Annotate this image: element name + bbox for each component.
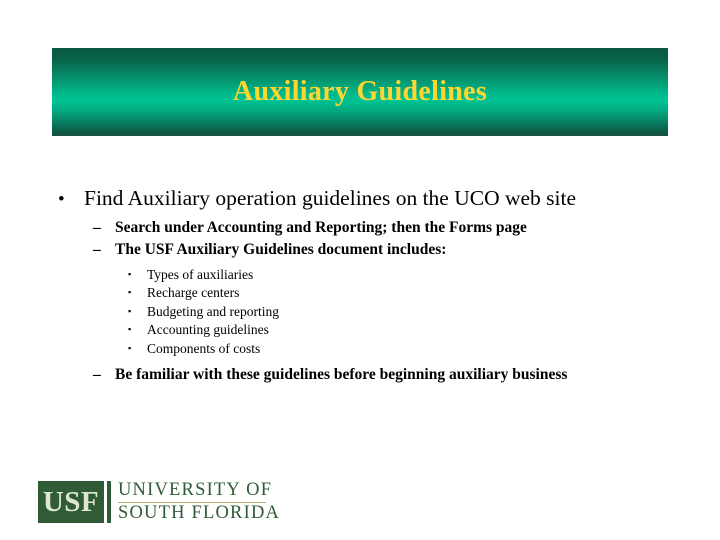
- bullet-level2-text: Be familiar with these guidelines before…: [115, 366, 568, 384]
- bullet-level2-text: The USF Auxiliary Guidelines document in…: [115, 240, 447, 258]
- bullet-level1: • Find Auxiliary operation guidelines on…: [0, 186, 720, 210]
- usf-wordmark: UNIVERSITY OF SOUTH FLORIDA: [118, 481, 280, 523]
- logo-divider: [107, 481, 111, 523]
- bullet-level3-budgeting: ▪ Budgeting and reporting: [0, 304, 720, 320]
- square-bullet-icon: ▪: [128, 287, 132, 298]
- bullet-level3-text: Types of auxiliaries: [147, 266, 254, 282]
- bullet-level3-text: Budgeting and reporting: [147, 303, 279, 319]
- title-banner: Auxiliary Guidelines: [52, 48, 668, 136]
- usf-wordmark-line2: SOUTH FLORIDA: [118, 503, 281, 524]
- bullet-level3-recharge: ▪ Recharge centers: [0, 285, 720, 301]
- dash-icon: –: [93, 240, 101, 258]
- usf-wordmark-line1: UNIVERSITY OF: [118, 480, 273, 500]
- bullet-level1-text: Find Auxiliary operation guidelines on t…: [84, 186, 577, 210]
- slide-canvas: Auxiliary Guidelines • Find Auxiliary op…: [0, 0, 720, 540]
- bullet-dot-icon: •: [58, 189, 65, 210]
- usf-acronym-text: USF: [42, 485, 100, 518]
- bullet-level3-components: ▪ Components of costs: [0, 341, 720, 357]
- square-bullet-icon: ▪: [128, 268, 132, 279]
- page-title: Auxiliary Guidelines: [232, 76, 488, 107]
- dash-icon: –: [93, 219, 101, 237]
- usf-acronym-box: USF: [38, 481, 104, 523]
- bullet-level3-text: Components of costs: [147, 340, 261, 356]
- bullet-level2-search: – Search under Accounting and Reporting;…: [0, 219, 720, 237]
- bullet-level2-document: – The USF Auxiliary Guidelines document …: [0, 241, 720, 259]
- square-bullet-icon: ▪: [128, 342, 132, 353]
- bullet-level3-types: ▪ Types of auxiliaries: [0, 267, 720, 283]
- bullet-level3-text: Accounting guidelines: [147, 322, 269, 338]
- square-bullet-icon: ▪: [128, 324, 132, 335]
- dash-icon: –: [93, 366, 101, 384]
- bullet-level3-text: Recharge centers: [147, 285, 240, 301]
- slide-body: • Find Auxiliary operation guidelines on…: [0, 186, 720, 388]
- bullet-level3-accounting: ▪ Accounting guidelines: [0, 322, 720, 338]
- square-bullet-icon: ▪: [128, 305, 132, 316]
- usf-logo: USF UNIVERSITY OF SOUTH FLORIDA: [38, 481, 280, 523]
- bullet-level2-text: Search under Accounting and Reporting; t…: [115, 219, 527, 237]
- bullet-level2-familiar: – Be familiar with these guidelines befo…: [0, 366, 720, 384]
